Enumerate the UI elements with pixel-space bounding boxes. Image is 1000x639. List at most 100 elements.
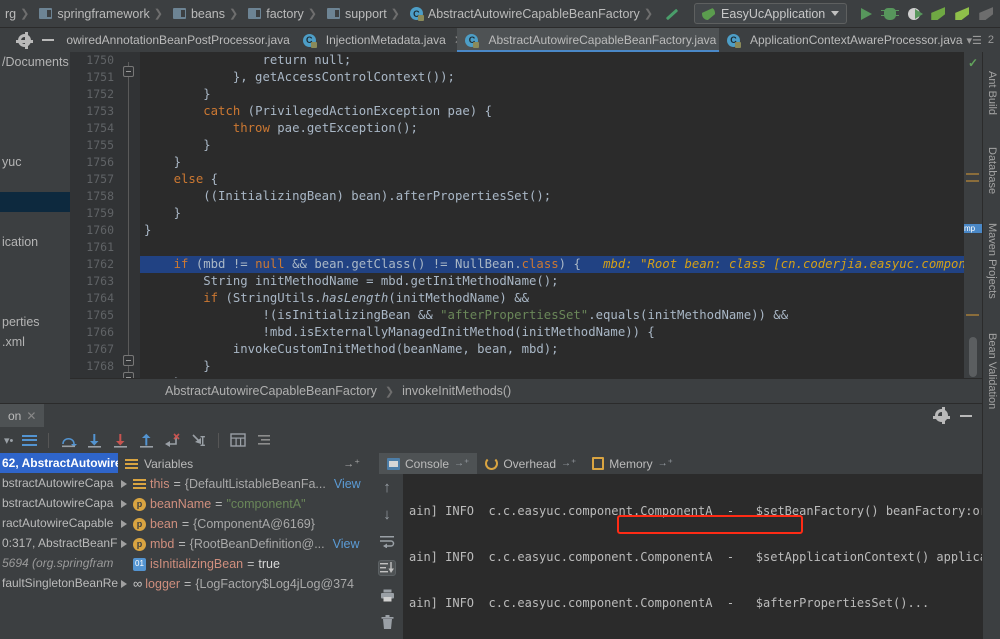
expand-triangle-icon[interactable] bbox=[121, 480, 127, 488]
code-line[interactable]: }, getAccessControlContext()); bbox=[140, 69, 964, 86]
code-editor[interactable]: 1750175117521753175417551756175717581759… bbox=[70, 52, 982, 403]
frames-icon[interactable] bbox=[22, 435, 37, 446]
variable-row[interactable]: pmbd = {RootBeanDefinition@...View bbox=[118, 534, 368, 554]
build-icon[interactable] bbox=[660, 3, 682, 25]
code-line[interactable]: ((InitializingBean) bean).afterPropertie… bbox=[140, 188, 964, 205]
code-line-current[interactable]: if (mbd != null && bean.getClass() != Nu… bbox=[140, 256, 964, 273]
tab-memory[interactable]: Memory →⁺ bbox=[584, 453, 681, 474]
project-tree-row[interactable] bbox=[0, 92, 70, 112]
debug-junit-button[interactable] bbox=[951, 3, 973, 25]
tab-overhead[interactable]: Overhead →⁺ bbox=[477, 453, 584, 474]
code-line[interactable]: } bbox=[140, 358, 964, 375]
project-tree-row[interactable] bbox=[0, 292, 70, 312]
step-out-icon[interactable] bbox=[138, 433, 155, 448]
breadcrumb-method-label[interactable]: invokeInitMethods() bbox=[402, 384, 511, 398]
detach-icon[interactable]: →⁺ bbox=[454, 458, 469, 469]
code-line[interactable]: } bbox=[140, 154, 964, 171]
editor-scrollbar[interactable]: ✓ mp bbox=[964, 52, 982, 403]
frame-row[interactable]: bstractAutowireCapa bbox=[0, 473, 118, 493]
scrollbar-thumb[interactable] bbox=[969, 337, 977, 377]
run-junit-button[interactable] bbox=[927, 3, 949, 25]
expand-triangle-icon[interactable] bbox=[121, 500, 127, 508]
debug-tab[interactable]: on ✕ bbox=[0, 404, 44, 427]
gear-icon[interactable] bbox=[935, 409, 948, 422]
tab-application-context-aware-processor[interactable]: C ApplicationContextAwareProcessor.java … bbox=[719, 28, 966, 52]
view-link[interactable]: View bbox=[334, 474, 361, 494]
expand-triangle-icon[interactable] bbox=[121, 580, 127, 588]
run-with-coverage-button[interactable] bbox=[903, 3, 925, 25]
expand-triangle-icon[interactable] bbox=[121, 540, 127, 548]
console-output[interactable]: ain] INFO c.c.easyuc.component.Component… bbox=[403, 474, 982, 639]
drop-frame-icon[interactable] bbox=[164, 433, 181, 448]
tab-overflow[interactable]: ▾☰ 2 bbox=[966, 28, 1000, 52]
tab-abstract-autowire-capable-bean-factory[interactable]: C AbstractAutowireCapableBeanFactory.jav… bbox=[457, 28, 719, 52]
code-line[interactable]: invokeCustomInitMethod(beanName, bean, m… bbox=[140, 341, 964, 358]
collapse-icon[interactable] bbox=[42, 39, 54, 41]
run-button[interactable] bbox=[855, 3, 877, 25]
tool-button-bean-validation[interactable]: Bean Validation bbox=[983, 318, 1000, 428]
project-tree-row[interactable]: /Documents bbox=[0, 52, 70, 72]
project-tree-row[interactable]: perties bbox=[0, 312, 70, 332]
frames-panel[interactable]: 62, AbstractAutowire bstractAutowireCapa… bbox=[0, 453, 118, 639]
project-tree-row[interactable] bbox=[0, 132, 70, 152]
expand-triangle-icon[interactable] bbox=[121, 520, 127, 528]
step-over-icon[interactable] bbox=[60, 433, 77, 448]
breadcrumb-item-class[interactable]: C AbstractAutowireCapableBeanFactory ❯ bbox=[407, 3, 660, 25]
scroll-down-icon[interactable]: ↓ bbox=[378, 506, 396, 522]
breadcrumb-class-label[interactable]: AbstractAutowireCapableBeanFactory bbox=[165, 384, 377, 398]
breadcrumb-item-root[interactable]: rg ❯ bbox=[2, 3, 36, 25]
close-icon[interactable]: ✕ bbox=[26, 409, 36, 423]
code-folding-gutter[interactable] bbox=[118, 52, 140, 403]
breadcrumb-item-springframework[interactable]: springframework ❯ bbox=[36, 3, 170, 25]
code-line[interactable]: !mbd.isExternallyManagedInitMethod(initM… bbox=[140, 324, 964, 341]
frame-row[interactable]: faultSingletonBeanRe bbox=[0, 573, 118, 593]
code-line[interactable]: return null; bbox=[140, 52, 964, 69]
project-tree-row[interactable] bbox=[0, 252, 70, 272]
soft-wrap-icon[interactable] bbox=[378, 533, 396, 549]
frame-row[interactable]: bstractAutowireCapa bbox=[0, 493, 118, 513]
code-line[interactable]: } bbox=[140, 222, 964, 239]
evaluate-expression-icon[interactable] bbox=[230, 433, 247, 448]
project-tree-row[interactable]: yuc bbox=[0, 152, 70, 172]
code-line[interactable]: } bbox=[140, 86, 964, 103]
project-tree-row[interactable] bbox=[0, 272, 70, 292]
detach-icon[interactable]: →⁺ bbox=[561, 458, 576, 469]
project-tree-row[interactable] bbox=[0, 172, 70, 192]
restore-layout-icon[interactable]: ▾• bbox=[4, 434, 13, 447]
run-configuration-selector[interactable]: EasyUcApplication bbox=[694, 3, 847, 24]
project-tree-row[interactable]: ication bbox=[0, 232, 70, 252]
profile-button[interactable] bbox=[975, 3, 997, 25]
project-tree-panel[interactable]: /Documents yuc ication perties .xml bbox=[0, 52, 70, 403]
project-tree-row-selected[interactable] bbox=[0, 192, 70, 212]
variable-row[interactable]: pbeanName = "componentA" bbox=[118, 494, 368, 514]
run-to-cursor-icon[interactable] bbox=[190, 433, 207, 448]
code-line[interactable] bbox=[140, 239, 964, 256]
code-line[interactable]: !(isInitializingBean && "afterProperties… bbox=[140, 307, 964, 324]
code-line[interactable]: } bbox=[140, 137, 964, 154]
variable-row[interactable]: pbean = {ComponentA@6169} bbox=[118, 514, 368, 534]
force-step-into-icon[interactable] bbox=[112, 433, 129, 448]
tab-autowired-annotation-bean-post-processor[interactable]: owiredAnnotationBeanPostProcessor.java ✕ bbox=[58, 28, 294, 52]
gear-icon[interactable] bbox=[18, 34, 31, 47]
variable-row[interactable]: this = {DefaultListableBeanFa...View bbox=[118, 474, 368, 494]
tool-button-database[interactable]: Database bbox=[983, 132, 1000, 204]
code-line[interactable]: String initMethodName = mbd.getInitMetho… bbox=[140, 273, 964, 290]
fold-marker-icon[interactable] bbox=[123, 355, 134, 366]
code-line[interactable]: else { bbox=[140, 171, 964, 188]
code-line[interactable]: throw pae.getException(); bbox=[140, 120, 964, 137]
project-tree-row[interactable] bbox=[0, 112, 70, 132]
breadcrumb-item-factory[interactable]: factory ❯ bbox=[245, 3, 324, 25]
view-link[interactable]: View bbox=[333, 534, 360, 554]
breadcrumb-item-beans[interactable]: beans ❯ bbox=[170, 3, 245, 25]
frame-row[interactable]: ractAutowireCapable bbox=[0, 513, 118, 533]
source-code-text[interactable]: return null; }, getAccessControlContext(… bbox=[140, 52, 964, 403]
fold-marker-icon[interactable] bbox=[123, 66, 134, 77]
code-line[interactable]: if (StringUtils.hasLength(initMethodName… bbox=[140, 290, 964, 307]
tab-injection-metadata[interactable]: C InjectionMetadata.java ✕ bbox=[295, 28, 458, 52]
variables-list[interactable]: this = {DefaultListableBeanFa...Viewpbea… bbox=[118, 474, 368, 639]
breadcrumb-item-support[interactable]: support ❯ bbox=[324, 3, 407, 25]
code-line[interactable]: catch (PrivilegedActionException pae) { bbox=[140, 103, 964, 120]
project-tree-row[interactable]: .xml bbox=[0, 332, 70, 352]
minimize-icon[interactable]: →⁺ bbox=[343, 457, 368, 470]
frame-row[interactable]: 0:317, AbstractBeanF bbox=[0, 533, 118, 553]
